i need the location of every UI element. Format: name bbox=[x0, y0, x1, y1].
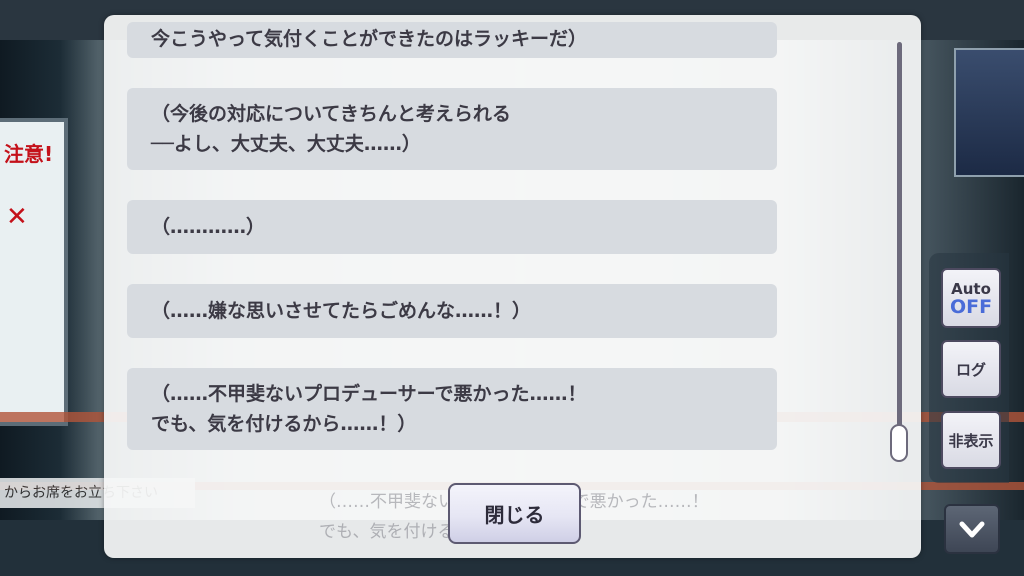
log-entry: （今後の対応についてきちんと考えられる ──よし、大丈夫、大丈夫……） bbox=[127, 88, 777, 170]
log-entry: （……不甲斐ないプロデューサーで悪かった……！ でも、気を付けるから……！） bbox=[127, 368, 777, 450]
log-entry: （…………） bbox=[127, 200, 777, 254]
log-entry: （……嫌な思いさせてたらごめんな……！） bbox=[127, 284, 777, 338]
log-entry: 今こうやって気付くことができたのはラッキーだ） bbox=[127, 22, 777, 58]
auto-button[interactable]: Auto OFF bbox=[941, 268, 1001, 328]
background-poster-right bbox=[954, 48, 1024, 177]
log-button[interactable]: ログ bbox=[941, 340, 1001, 398]
auto-state: OFF bbox=[949, 296, 993, 318]
chevron-down-icon bbox=[959, 513, 985, 546]
scrollbar-track[interactable] bbox=[897, 42, 902, 456]
log-list[interactable]: 今こうやって気付くことができたのはラッキーだ） （今後の対応についてきちんと考え… bbox=[0, 0, 800, 465]
next-button[interactable] bbox=[944, 504, 1000, 554]
close-button[interactable]: 閉じる bbox=[448, 483, 581, 544]
hide-button[interactable]: 非表示 bbox=[941, 411, 1001, 469]
scrollbar-thumb[interactable] bbox=[890, 424, 908, 462]
